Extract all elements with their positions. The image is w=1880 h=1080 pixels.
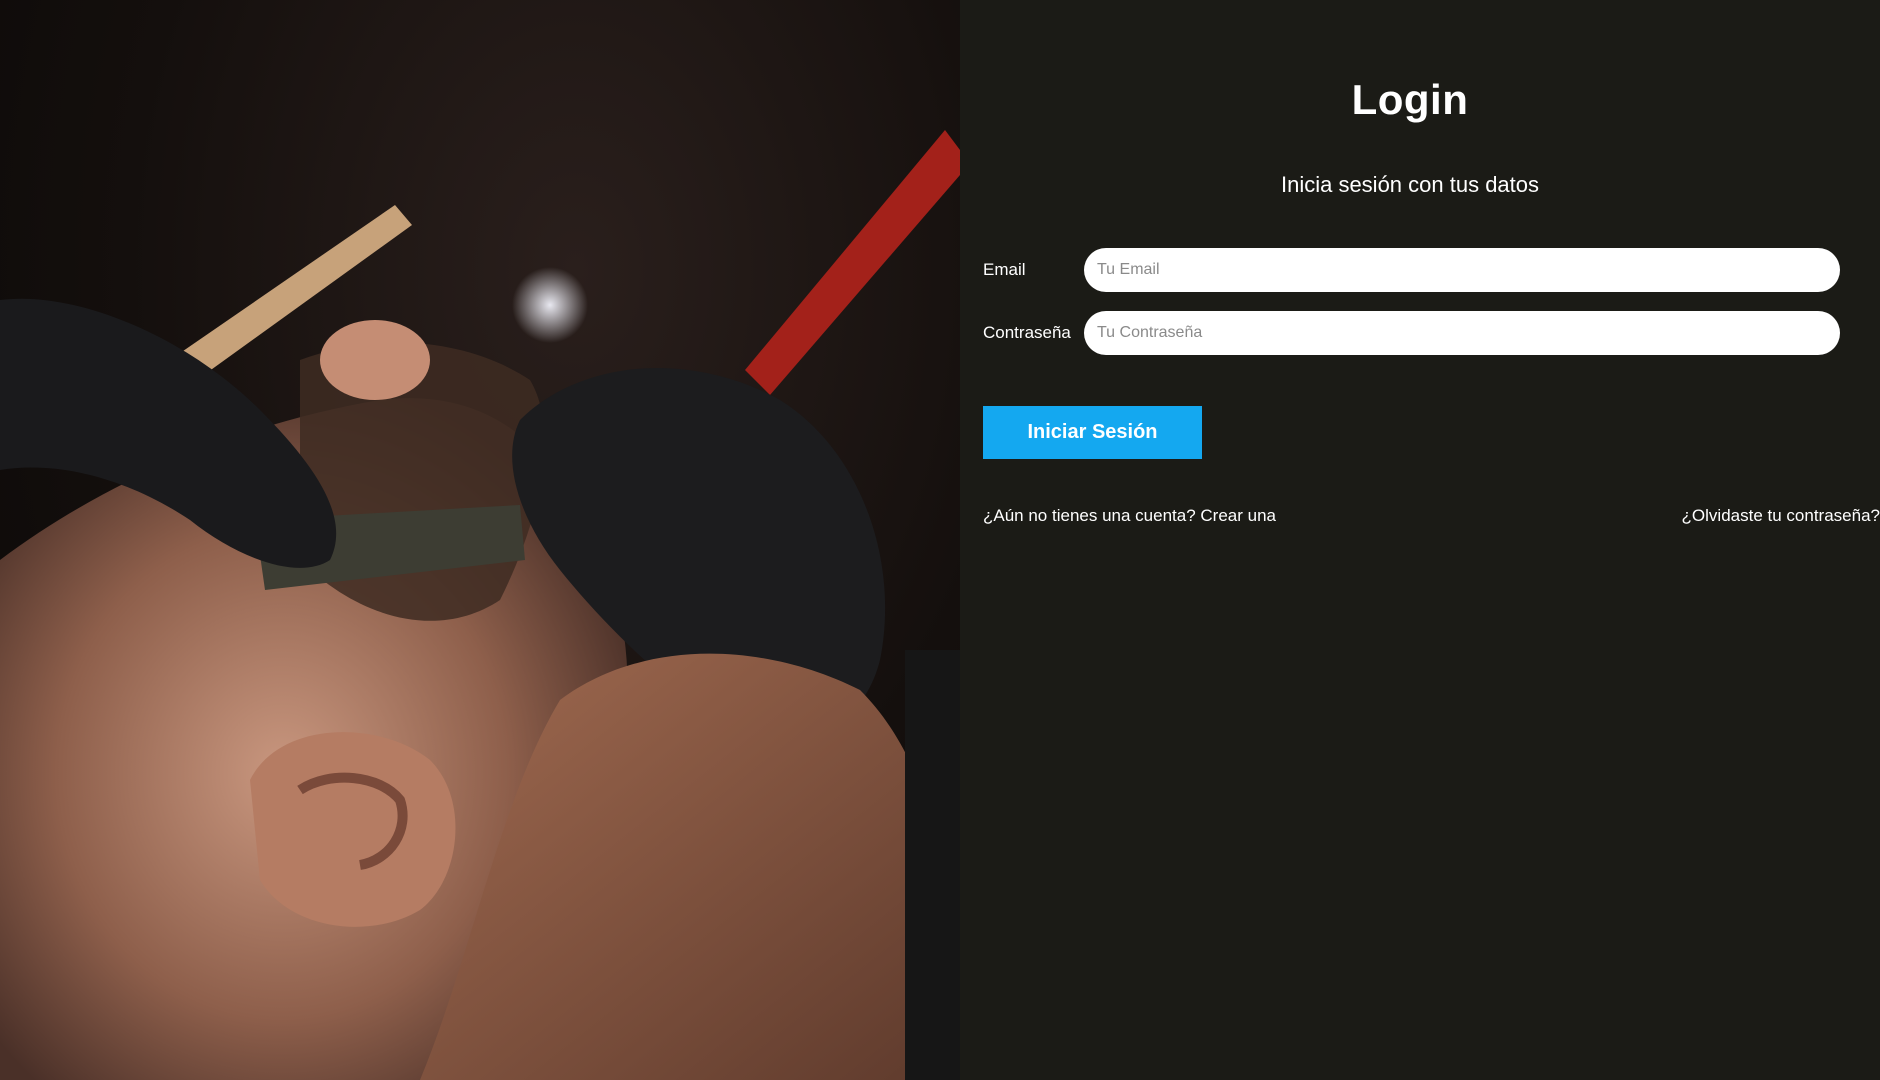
email-label: Email	[983, 260, 1026, 279]
barber-photo-illustration	[0, 130, 960, 1080]
register-link[interactable]: ¿Aún no tienes una cuenta? Crear una	[983, 506, 1276, 526]
login-subtitle: Inicia sesión con tus datos	[1280, 172, 1540, 197]
email-input[interactable]	[1084, 248, 1840, 292]
login-panel: Login Inicia sesión con tus datos Email …	[960, 0, 1880, 1080]
forgot-password-link[interactable]: ¿Olvidaste tu contraseña?	[1682, 506, 1880, 526]
login-page: Login Inicia sesión con tus datos Email …	[0, 0, 1880, 1080]
email-row: Email	[983, 248, 1840, 292]
password-label: Contraseña	[983, 323, 1071, 342]
login-title: Login	[1351, 76, 1469, 123]
login-submit-button[interactable]: Iniciar Sesión	[983, 406, 1202, 459]
password-row: Contraseña	[983, 311, 1840, 355]
password-input[interactable]	[1084, 311, 1840, 355]
hero-image	[0, 0, 960, 1080]
